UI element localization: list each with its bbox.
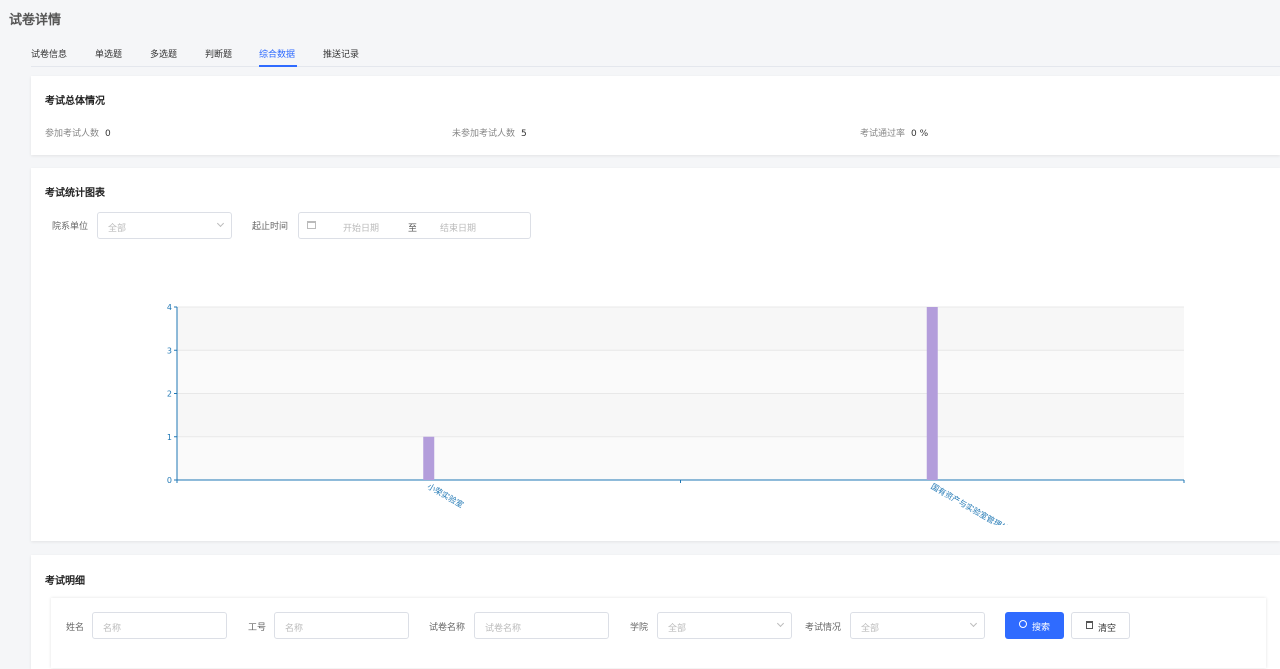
overview-card: 考试总体情况	[31, 76, 1280, 155]
dept-select[interactable]: 全部	[97, 212, 232, 239]
details-title: 考试明细	[45, 576, 85, 587]
tab-true-false[interactable]: 判断题	[205, 47, 232, 60]
chevron-down-icon	[969, 619, 978, 628]
grid-band	[177, 393, 1184, 437]
stat-pass-rate-label: 考试通过率	[860, 129, 906, 139]
stat-participants: 参加考试人数 0	[45, 126, 111, 139]
grid-band	[177, 350, 1184, 394]
active-tab-indicator	[259, 65, 297, 67]
start-date-input[interactable]: 开始日期	[343, 221, 379, 234]
tab-push-records[interactable]: 推送记录	[323, 47, 359, 60]
paper-name-placeholder: 试卷名称	[485, 624, 522, 634]
chevron-down-icon	[216, 219, 225, 228]
search-button[interactable]: 搜索	[1005, 612, 1064, 639]
end-date-input[interactable]: 结束日期	[440, 221, 476, 234]
y-tick-label: 2	[167, 390, 172, 399]
employee-id-placeholder: 名称	[285, 624, 304, 634]
college-select-placeholder: 全部	[668, 624, 687, 634]
page-title: 试卷详情	[9, 13, 62, 28]
stat-absent: 未参加考试人数 5	[452, 126, 527, 139]
bar	[423, 436, 435, 480]
paper-name-input[interactable]: 试卷名称	[474, 612, 609, 639]
stat-pass-rate-value: 0 %	[911, 129, 929, 139]
grid-band	[177, 307, 1184, 351]
clear-button-label: 清空	[1098, 624, 1117, 634]
stat-absent-value: 5	[521, 129, 527, 139]
bar-chart: 0 1 2 3 4 小荣实验室 国有资产与实验室管理处	[167, 303, 1185, 525]
tab-multiple-choice[interactable]: 多选题	[150, 47, 177, 60]
name-filter-label: 姓名	[66, 623, 85, 633]
y-tick-label: 1	[167, 433, 172, 442]
tabs-bar: 试卷信息 单选题 多选题 判断题 综合数据 推送记录	[31, 40, 1280, 67]
clear-button[interactable]: 清空	[1071, 612, 1130, 639]
dept-select-placeholder: 全部	[108, 224, 127, 234]
bar	[926, 307, 938, 480]
paper-filter-label: 试卷名称	[429, 623, 466, 633]
stat-participants-label: 参加考试人数	[45, 129, 100, 139]
y-tick-label: 4	[167, 303, 172, 312]
college-select[interactable]: 全部	[657, 612, 792, 639]
exam-status-select[interactable]: 全部	[850, 612, 985, 639]
stat-absent-label: 未参加考试人数	[452, 129, 516, 139]
date-range-picker[interactable]: 开始日期 至 结束日期	[298, 212, 531, 239]
y-tick-label: 0	[167, 476, 172, 485]
stat-pass-rate: 考试通过率 0 %	[860, 126, 928, 139]
search-icon	[1019, 620, 1027, 628]
time-filter-label: 起止时间	[252, 222, 289, 232]
employee-id-input[interactable]: 名称	[274, 612, 409, 639]
overview-title: 考试总体情况	[45, 96, 105, 107]
calendar-icon	[307, 221, 316, 229]
x-tick-label: 小荣实验室	[426, 481, 466, 510]
x-tick-label: 国有资产与实验室管理处	[929, 481, 1010, 525]
name-input[interactable]: 名称	[92, 612, 227, 639]
stat-participants-value: 0	[105, 129, 111, 139]
tab-single-choice[interactable]: 单选题	[95, 47, 122, 60]
y-tick-label: 3	[167, 346, 172, 355]
exam-status-placeholder: 全部	[861, 624, 880, 634]
id-filter-label: 工号	[248, 623, 267, 633]
grid-band	[177, 436, 1184, 480]
tab-paper-info[interactable]: 试卷信息	[31, 47, 67, 60]
chevron-down-icon	[776, 619, 785, 628]
chart-card-title: 考试统计图表	[45, 188, 105, 199]
date-range-separator: 至	[408, 224, 418, 234]
tab-overall-data[interactable]: 综合数据	[259, 47, 295, 60]
exam-detail-page: 试卷详情 试卷信息 单选题 多选题 判断题 综合数据 推送记录 考试总体情况 参…	[0, 0, 1280, 669]
trash-icon	[1086, 621, 1093, 629]
status-filter-label: 考试情况	[805, 623, 842, 633]
search-button-label: 搜索	[1032, 623, 1051, 633]
dept-filter-label: 院系单位	[52, 222, 89, 232]
name-input-placeholder: 名称	[103, 624, 122, 634]
college-filter-label: 学院	[630, 623, 649, 633]
